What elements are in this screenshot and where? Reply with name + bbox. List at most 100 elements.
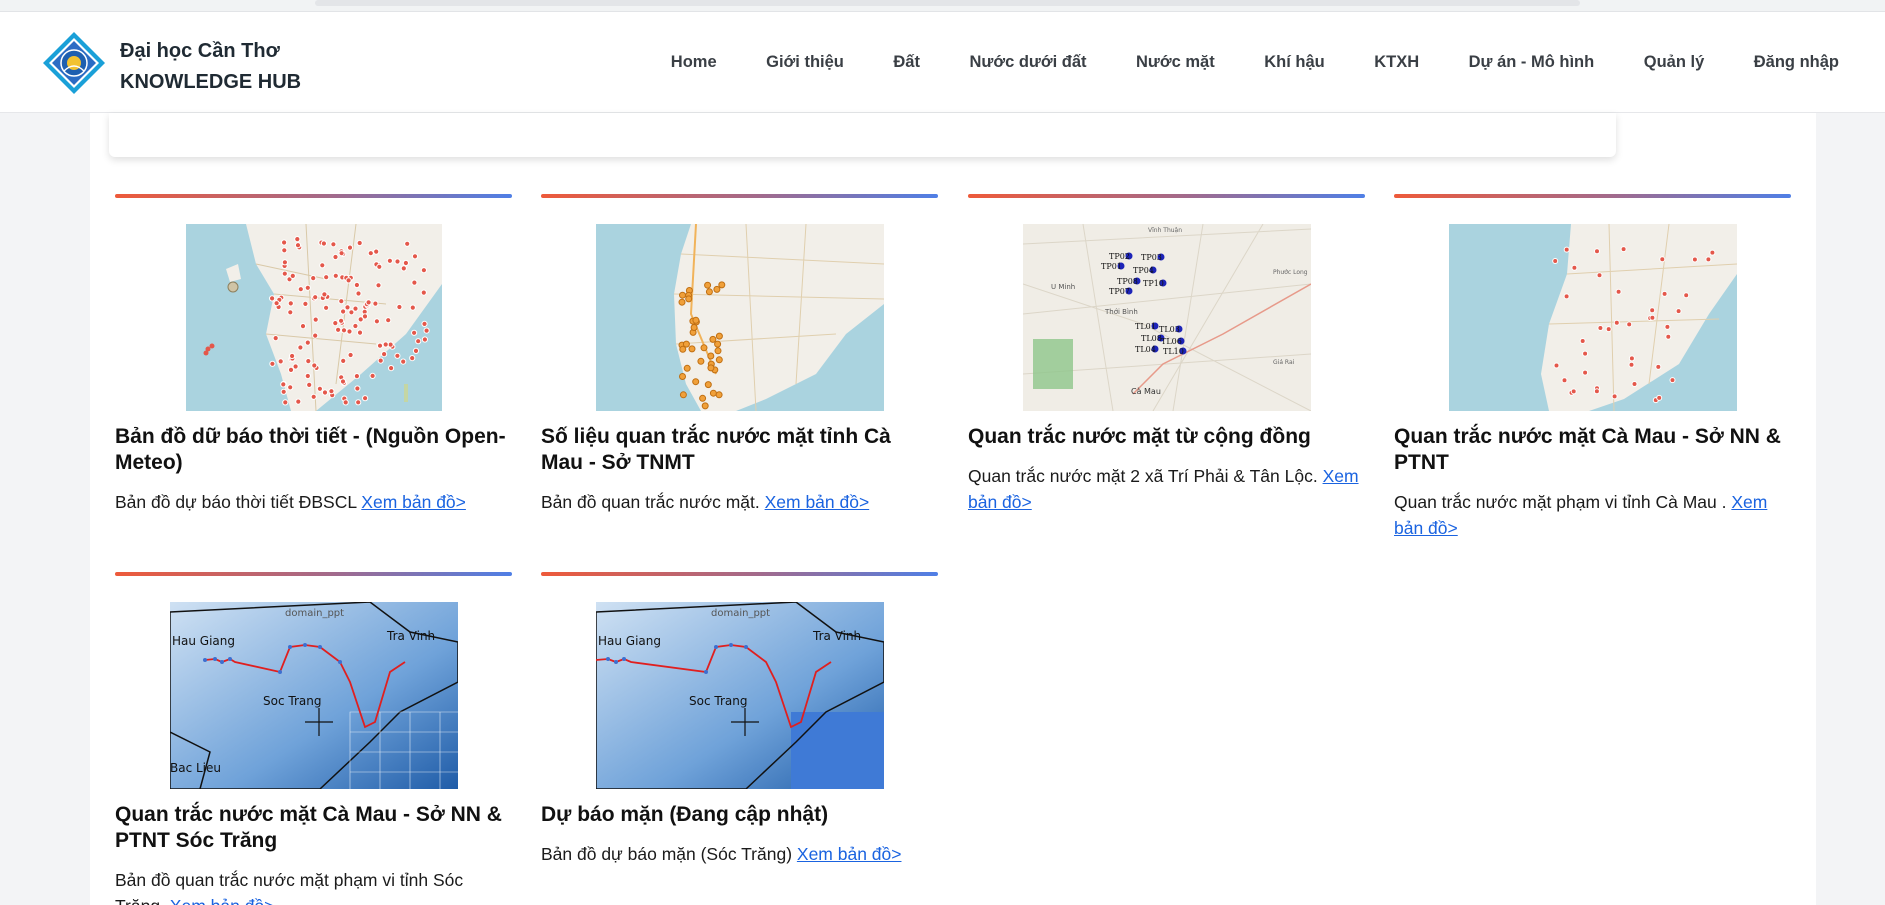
ca-mau-nn-ptnt-map-thumbnail[interactable] [1448,224,1737,411]
map-marker [1663,323,1670,330]
nav-home[interactable]: Home [671,53,717,72]
card-title: Quan trắc nước mặt từ cộng đồng [968,425,1311,448]
map-marker [380,351,387,358]
map-marker [402,259,409,267]
top-panel [109,113,1616,157]
map-marker [353,385,360,392]
view-map-link[interactable]: Xem bản đồ> [765,492,870,512]
card-title: Quan trắc nước mặt Cà Mau - Sở NN & PTNT… [115,803,502,852]
map-marker [1664,333,1671,340]
map-marker [691,378,699,386]
map-marker [339,378,346,385]
map-marker [678,291,686,299]
map-marker [715,332,723,340]
map-marker [399,358,406,365]
nav-gioi-thieu[interactable]: Giới thiệu [766,53,844,72]
map-marker [410,329,417,336]
weather-map-thumbnail[interactable] [185,224,442,411]
salinity-forecast-map-thumbnail[interactable]: domain_ppt Hau Giang Tra Vinh Soc Trang [595,602,884,789]
nav-quan-ly[interactable]: Quản lý [1644,53,1705,72]
card-accent-bar [115,572,512,576]
ca-mau-monitoring-map-thumbnail[interactable] [595,224,884,411]
map-marker [345,277,352,284]
map-marker [268,360,276,367]
brand-line-hub: KNOWLEDGE HUB [120,71,302,93]
main-nav: Home Giới thiệu Đất Nước dưới đất Nước m… [621,53,1839,72]
map-marker [387,365,394,372]
map-marker [327,388,334,395]
nav-du-an-mo-hinh[interactable]: Dự án - Mô hình [1469,53,1595,72]
map-marker [717,281,725,289]
map-label-hau-giang: Hau Giang [172,634,235,648]
map-marker [386,257,393,264]
map-marker [403,240,410,247]
map-marker [376,342,383,349]
nav-dang-nhap[interactable]: Đăng nhập [1754,53,1839,72]
map-marker [706,364,714,372]
map-marker [1563,293,1570,300]
map-marker [395,303,402,311]
map-marker [312,316,319,323]
university-emblem-icon[interactable] [42,31,106,95]
brand-name[interactable]: Đại học Cần Thơ KNOWLEDGE HUB [120,36,301,98]
nav-ktxh[interactable]: KTXH [1374,53,1419,72]
station-label: TP03 [1141,253,1162,262]
map-marker [409,304,416,311]
map-marker [1596,325,1603,331]
map-marker [706,352,714,360]
map-label-bac-lieu: Bac Lieu [170,761,221,775]
map-marker [420,289,427,296]
view-map-link[interactable]: Xem bản đồ> [361,492,466,512]
place-thoi-binh: Thới Bình [1104,308,1138,316]
map-marker [1581,369,1588,376]
card-description: Bản đồ dự báo mặn (Sóc Trăng) Xem bản đồ… [541,841,938,867]
station-label: TL10 [1163,347,1184,356]
community-monitoring-map-thumbnail[interactable]: U Minh Thới Bình Cà Mau Phước Long Giá R… [1022,224,1311,411]
nav-khi-hau[interactable]: Khí hậu [1264,53,1325,72]
card-title: Bản đồ dữ báo thời tiết - (Nguồn Open-Me… [115,425,506,474]
map-marker [712,285,720,293]
map-marker [393,258,401,265]
map-marker [296,344,304,351]
map-marker [1553,362,1559,369]
map-marker [343,304,351,311]
view-map-link[interactable]: Xem bản đồ> [170,896,275,905]
map-marker [1605,326,1612,333]
map-marker [1682,292,1689,299]
soc-trang-salinity-map-thumbnail[interactable]: domain_ppt Hau Giang Tra Vinh Soc Trang … [169,602,458,789]
map-marker [1570,388,1577,395]
card-salinity-forecast: domain_ppt Hau Giang Tra Vinh Soc Trang … [541,572,938,867]
card-title: Số liệu quan trắc nước mặt tỉnh Cà Mau -… [541,425,891,474]
card-weather-forecast: Bản đồ dữ báo thời tiết - (Nguồn Open-Me… [115,194,512,515]
nav-dat[interactable]: Đất [893,53,920,72]
map-marker [1570,264,1577,271]
station-label: TL08 [1141,334,1162,343]
map-marker [272,335,279,342]
map-marker [1648,307,1655,314]
map-marker [1628,361,1634,368]
map-marker [310,362,317,369]
map-marker [683,364,691,372]
map-label-tra-vinh: Tra Vinh [812,629,861,643]
map-marker [705,288,713,296]
nav-nuoc-duoi-dat[interactable]: Nước dưới đất [969,53,1086,72]
horizontal-scrollbar[interactable] [315,0,1580,6]
map-marker [1648,314,1655,321]
map-marker [280,239,287,246]
map-marker [414,338,421,345]
map-marker [700,344,707,352]
map-marker [273,300,280,307]
map-marker [337,298,344,305]
view-map-link[interactable]: Xem bản đồ> [797,844,902,864]
map-marker [691,316,699,324]
map-marker [289,272,296,280]
place-phuoc-long: Phước Long [1273,269,1308,276]
map-marker [280,247,287,254]
map-marker [287,366,294,373]
nav-nuoc-mat[interactable]: Nước mặt [1136,53,1215,72]
map-marker [696,357,704,365]
card-accent-bar [541,194,938,198]
map-marker [297,286,304,293]
map-marker [715,391,723,399]
map-marker [311,294,318,301]
